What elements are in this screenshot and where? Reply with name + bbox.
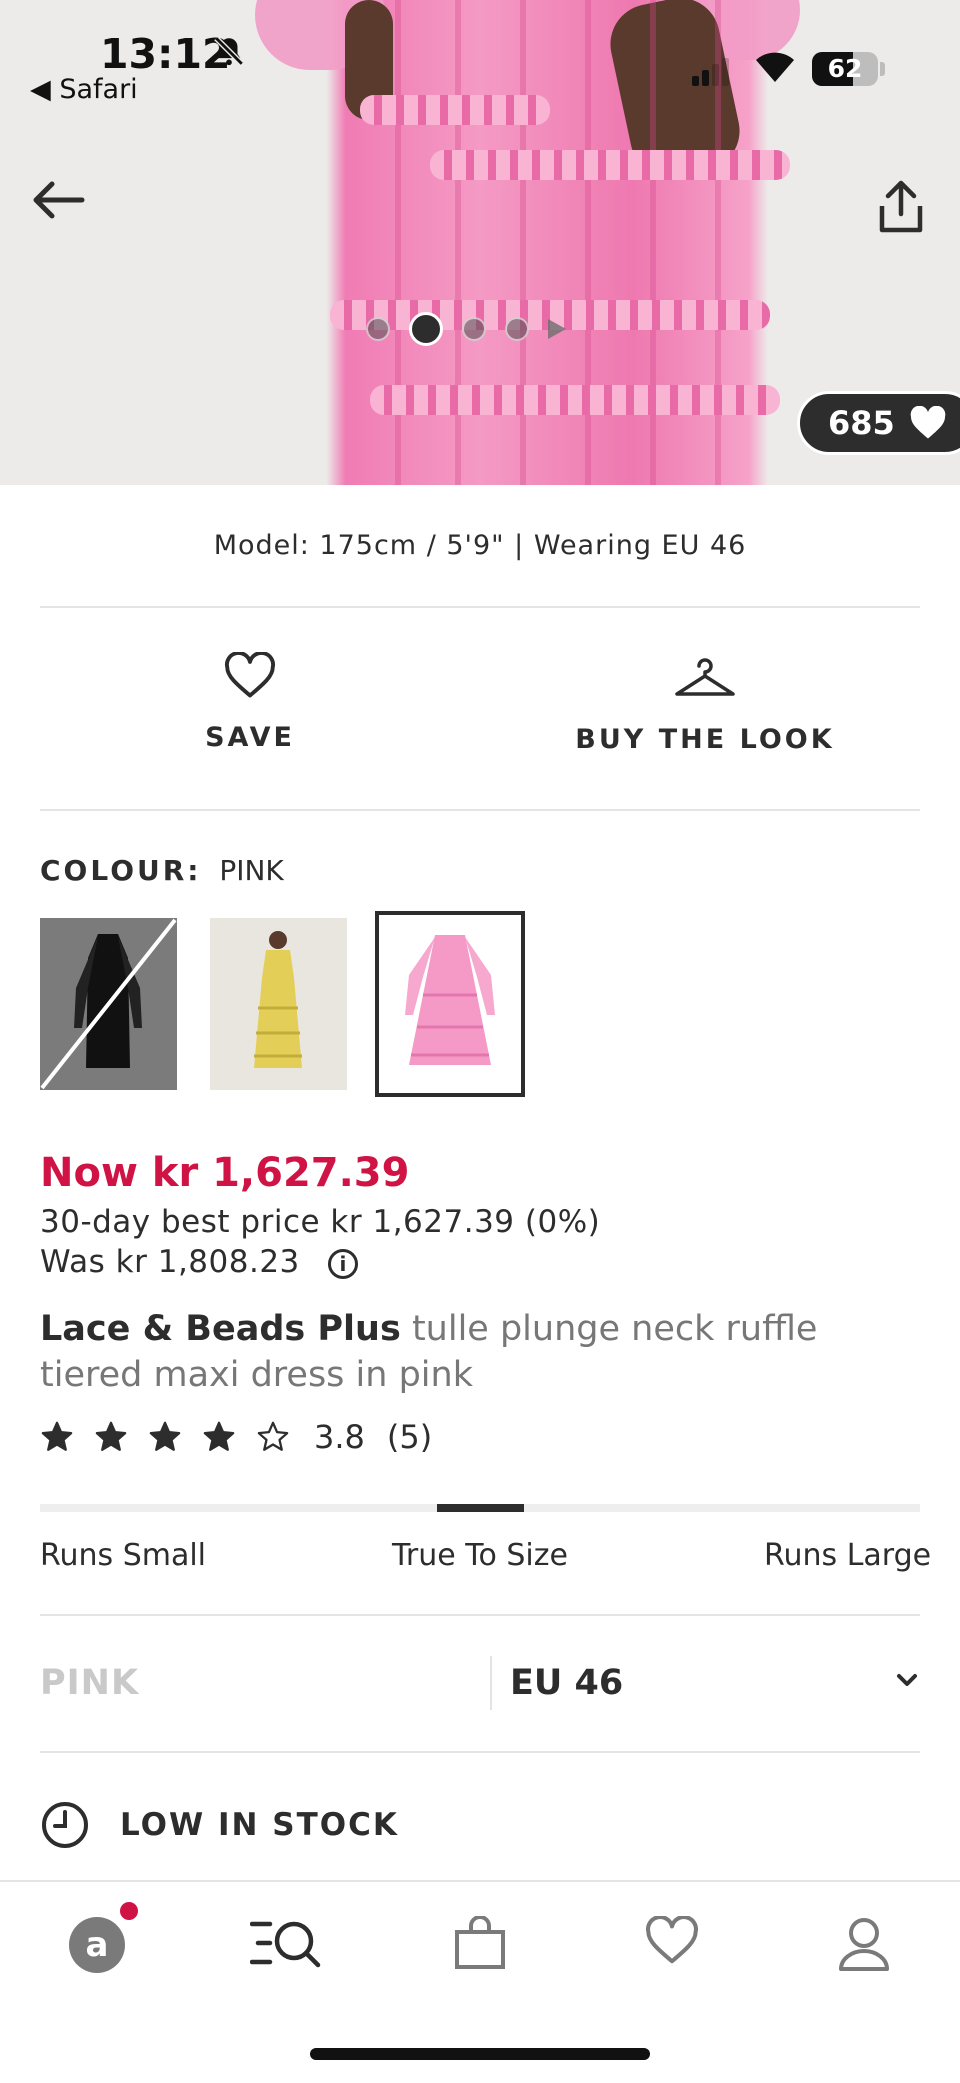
back-to-safari[interactable]: ◀ Safari bbox=[30, 74, 138, 105]
clock-icon bbox=[42, 1802, 88, 1848]
dress-ruffle bbox=[370, 385, 780, 415]
colour-heading: COLOUR: PINK bbox=[40, 854, 284, 887]
selector-divider bbox=[490, 1656, 492, 1710]
black-dress-thumbnail bbox=[40, 918, 177, 1090]
tab-account[interactable] bbox=[837, 1916, 891, 1976]
svg-text:a: a bbox=[86, 1925, 109, 1965]
home-icon: a bbox=[69, 1917, 125, 1973]
divider bbox=[40, 1751, 920, 1753]
product-title: Lace & Beads Plus tulle plunge neck ruff… bbox=[40, 1306, 920, 1398]
info-icon[interactable]: i bbox=[328, 1248, 359, 1279]
yellow-dress-thumbnail bbox=[254, 931, 302, 1068]
save-button[interactable]: SAVE bbox=[140, 651, 360, 753]
buy-the-look-button[interactable]: BUY THE LOOK bbox=[560, 658, 850, 755]
stock-status: LOW IN STOCK bbox=[40, 1800, 399, 1850]
silent-bell-icon bbox=[212, 34, 246, 76]
tab-home[interactable]: a bbox=[68, 1916, 126, 1978]
rating-stars bbox=[40, 1420, 310, 1454]
fit-true-to-size: True To Size bbox=[392, 1538, 568, 1573]
fit-runs-large: Runs Large bbox=[764, 1538, 932, 1573]
colour-value: PINK bbox=[219, 854, 284, 887]
battery-cap bbox=[880, 62, 885, 76]
gallery-video-indicator[interactable] bbox=[548, 319, 566, 339]
bag-icon bbox=[455, 1915, 505, 1969]
star-empty-icon bbox=[257, 1421, 289, 1451]
account-icon bbox=[839, 1918, 889, 1971]
gallery-dot[interactable] bbox=[366, 317, 390, 341]
swatch-yellow[interactable] bbox=[210, 918, 347, 1090]
product-image[interactable]: 13:12 ◀ Safari 62 685 bbox=[0, 0, 960, 485]
star-filled-icon bbox=[149, 1421, 181, 1451]
rating-row[interactable]: 3.8 (5) bbox=[40, 1418, 432, 1456]
rating-count: (5) bbox=[386, 1418, 433, 1456]
dress-ruffle bbox=[360, 95, 550, 125]
back-arrow-icon[interactable] bbox=[30, 180, 86, 224]
cellular-signal-icon bbox=[692, 58, 732, 86]
divider bbox=[40, 809, 920, 811]
heart-outline-icon bbox=[224, 651, 276, 698]
status-time: 13:12 bbox=[100, 30, 231, 78]
search-icon bbox=[249, 1921, 321, 1968]
was-price: Was kr 1,808.23 bbox=[40, 1244, 300, 1280]
heart-filled-icon bbox=[910, 406, 946, 439]
colour-selector: PINK bbox=[40, 1663, 140, 1703]
gallery-dot[interactable] bbox=[462, 317, 486, 341]
best-price: 30-day best price kr 1,627.39 (0%) bbox=[40, 1204, 601, 1240]
battery-icon: 62 bbox=[812, 52, 878, 86]
price-now: Now kr 1,627.39 bbox=[40, 1150, 410, 1196]
notification-dot bbox=[120, 1902, 138, 1920]
stock-label: LOW IN STOCK bbox=[120, 1807, 399, 1843]
hanger-icon bbox=[675, 658, 735, 696]
gallery-dot[interactable] bbox=[505, 317, 529, 341]
likes-badge[interactable]: 685 bbox=[797, 391, 960, 455]
swatch-pink-selected[interactable] bbox=[375, 911, 525, 1097]
model-info: Model: 175cm / 5'9" | Wearing EU 46 bbox=[213, 530, 747, 561]
star-filled-icon bbox=[203, 1421, 235, 1451]
size-selector[interactable]: EU 46 bbox=[510, 1663, 623, 1703]
star-filled-icon bbox=[41, 1421, 73, 1451]
chevron-down-icon[interactable] bbox=[896, 1672, 918, 1692]
colour-label: COLOUR: bbox=[40, 854, 202, 887]
home-indicator bbox=[310, 2048, 650, 2060]
product-brand: Lace & Beads Plus bbox=[40, 1309, 401, 1349]
tab-search[interactable] bbox=[249, 1916, 324, 1974]
pink-dress-thumbnail bbox=[405, 935, 495, 1065]
swatch-black[interactable] bbox=[40, 918, 177, 1090]
star-filled-icon bbox=[95, 1421, 127, 1451]
was-price-row: Was kr 1,808.23 i bbox=[40, 1244, 359, 1280]
likes-count: 685 bbox=[828, 404, 895, 442]
divider bbox=[40, 1614, 920, 1616]
fit-runs-small: Runs Small bbox=[40, 1538, 207, 1573]
buy-the-look-label: BUY THE LOOK bbox=[575, 724, 835, 755]
rating-score: 3.8 bbox=[314, 1418, 365, 1456]
share-icon[interactable] bbox=[878, 180, 924, 238]
saved-heart-icon bbox=[646, 1915, 698, 1964]
battery-level: 62 bbox=[827, 54, 863, 83]
fit-indicator bbox=[436, 1504, 524, 1512]
gallery-dot-active[interactable] bbox=[409, 312, 443, 346]
save-label: SAVE bbox=[205, 722, 295, 753]
wifi-icon bbox=[752, 48, 798, 88]
gallery-pagination[interactable] bbox=[366, 312, 566, 346]
tab-bag[interactable] bbox=[454, 1915, 506, 1974]
divider bbox=[40, 606, 920, 608]
tab-saved[interactable] bbox=[645, 1915, 699, 1970]
dress-ruffle bbox=[430, 150, 790, 180]
